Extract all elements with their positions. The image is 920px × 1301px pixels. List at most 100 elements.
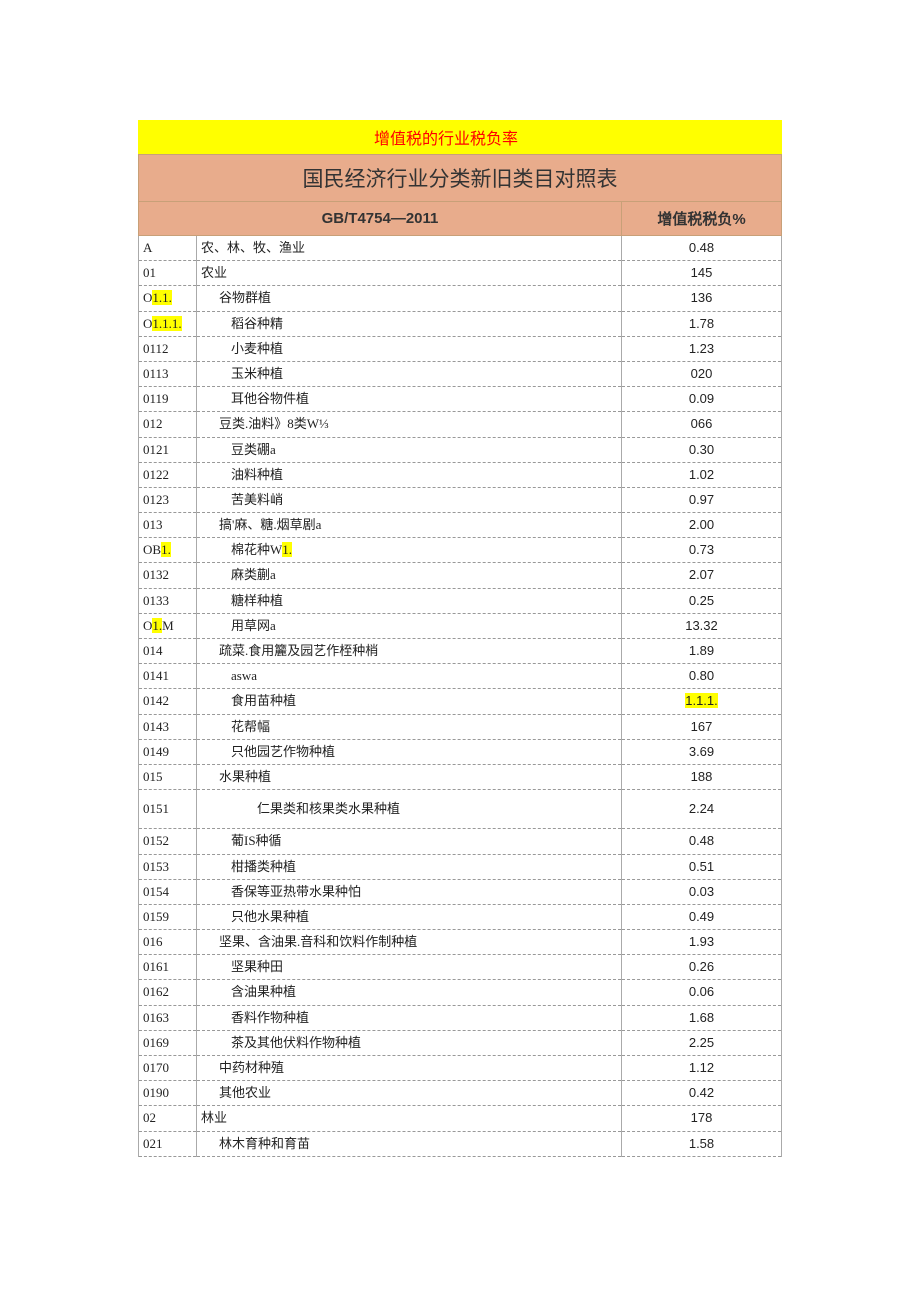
row-code: A [139, 236, 197, 261]
table-row: 012豆类.油料》8类W⅓066 [139, 412, 782, 437]
row-code: 0163 [139, 1005, 197, 1030]
row-code: 0149 [139, 739, 197, 764]
table-row: 0133糖样种植0.25 [139, 588, 782, 613]
row-value: 0.48 [622, 829, 782, 854]
row-name: 苦美料峭 [197, 487, 622, 512]
row-code: 01 [139, 261, 197, 286]
table-row: 0154香保等亚热带水果种怕0.03 [139, 879, 782, 904]
row-value: 0.42 [622, 1081, 782, 1106]
row-value: 188 [622, 764, 782, 789]
row-code: 0154 [139, 879, 197, 904]
table-row: OB1.棉花种W1.0.73 [139, 538, 782, 563]
table-row: 0170中药材种殖1.12 [139, 1056, 782, 1081]
row-name: 谷物群植 [197, 286, 622, 311]
row-value: 178 [622, 1106, 782, 1131]
table-row: 0190其他农业0.42 [139, 1081, 782, 1106]
table-row: 0122油料种植1.02 [139, 462, 782, 487]
row-name: 林木育种和育苗 [197, 1131, 622, 1156]
table-row: 0162含油果种植0.06 [139, 980, 782, 1005]
row-value: 0.51 [622, 854, 782, 879]
row-code: O1.1.1. [139, 311, 197, 336]
table-row: 0141aswa0.80 [139, 664, 782, 689]
row-code: 015 [139, 764, 197, 789]
row-code: 013 [139, 513, 197, 538]
row-code: 0162 [139, 980, 197, 1005]
row-code: 0112 [139, 336, 197, 361]
table-row: 0119耳他谷物件植0.09 [139, 387, 782, 412]
row-code: 0141 [139, 664, 197, 689]
row-value: 0.48 [622, 236, 782, 261]
industry-table: 国民经济行业分类新旧类目对照表 GB/T4754—2011 增值税税负% A农、… [138, 154, 782, 1157]
table-row: 0152葡IS种循0.48 [139, 829, 782, 854]
table-row: O1.1.1.稻谷种精1.78 [139, 311, 782, 336]
row-value: 136 [622, 286, 782, 311]
row-name: 葡IS种循 [197, 829, 622, 854]
table-row: 0121豆类硼a0.30 [139, 437, 782, 462]
table-row: 021林木育种和育苗1.58 [139, 1131, 782, 1156]
row-name: 农业 [197, 261, 622, 286]
row-value: 0.97 [622, 487, 782, 512]
table-title: 国民经济行业分类新旧类目对照表 [139, 155, 782, 202]
table-row: 0163香料作物种植1.68 [139, 1005, 782, 1030]
table-row: 0153柑播类种植0.51 [139, 854, 782, 879]
row-value: 0.73 [622, 538, 782, 563]
table-row: 0149只他园艺作物种植3.69 [139, 739, 782, 764]
row-name: 小麦种植 [197, 336, 622, 361]
row-value: 0.09 [622, 387, 782, 412]
row-code: 0142 [139, 689, 197, 714]
row-name: 油料种植 [197, 462, 622, 487]
row-value: 2.07 [622, 563, 782, 588]
row-name: aswa [197, 664, 622, 689]
row-code: O1.1. [139, 286, 197, 311]
row-code: 0122 [139, 462, 197, 487]
row-code: 0169 [139, 1030, 197, 1055]
table-row: 0169茶及其他伏料作物种植2.25 [139, 1030, 782, 1055]
row-name: 香料作物种植 [197, 1005, 622, 1030]
row-name: 林业 [197, 1106, 622, 1131]
row-value: 3.69 [622, 739, 782, 764]
row-name: 坚果、含油果.音科和饮料作制种植 [197, 930, 622, 955]
table-row: 0123苦美料峭0.97 [139, 487, 782, 512]
row-value: 0.26 [622, 955, 782, 980]
row-name: 中药材种殖 [197, 1056, 622, 1081]
row-value: 0.06 [622, 980, 782, 1005]
row-code: 0119 [139, 387, 197, 412]
page-banner: 增值税的行业税负率 [138, 120, 782, 154]
row-value: 1.23 [622, 336, 782, 361]
row-value: 2.25 [622, 1030, 782, 1055]
row-name: 只他水果种植 [197, 904, 622, 929]
table-row: 0143花帮幅167 [139, 714, 782, 739]
row-code: 012 [139, 412, 197, 437]
row-name: 坚果种田 [197, 955, 622, 980]
table-row: 015水果种植188 [139, 764, 782, 789]
row-name: 仁果类和核果类水果种植 [197, 790, 622, 829]
row-value: 0.25 [622, 588, 782, 613]
table-row: 016坚果、含油果.音科和饮料作制种植1.93 [139, 930, 782, 955]
row-value: 1.1.1. [622, 689, 782, 714]
header-right: 增值税税负% [622, 202, 782, 236]
table-row: 0161坚果种田0.26 [139, 955, 782, 980]
row-value: 0.03 [622, 879, 782, 904]
row-value: 020 [622, 361, 782, 386]
row-name: 其他农业 [197, 1081, 622, 1106]
table-row: 0132麻类蒯a2.07 [139, 563, 782, 588]
banner-text: 增值税的行业税负率 [138, 131, 518, 148]
row-value: 167 [622, 714, 782, 739]
row-code: 0190 [139, 1081, 197, 1106]
row-code: 021 [139, 1131, 197, 1156]
row-name: 水果种植 [197, 764, 622, 789]
row-code: 0143 [139, 714, 197, 739]
row-code: 0132 [139, 563, 197, 588]
row-value: 1.12 [622, 1056, 782, 1081]
row-name: 花帮幅 [197, 714, 622, 739]
row-code: 016 [139, 930, 197, 955]
row-code: 0152 [139, 829, 197, 854]
row-value: 1.58 [622, 1131, 782, 1156]
row-name: 豆类硼a [197, 437, 622, 462]
row-name: 含油果种植 [197, 980, 622, 1005]
row-name: 食用苗种植 [197, 689, 622, 714]
row-value: 2.00 [622, 513, 782, 538]
row-name: 豆类.油料》8类W⅓ [197, 412, 622, 437]
row-name: 用草网a [197, 613, 622, 638]
row-code: 0153 [139, 854, 197, 879]
